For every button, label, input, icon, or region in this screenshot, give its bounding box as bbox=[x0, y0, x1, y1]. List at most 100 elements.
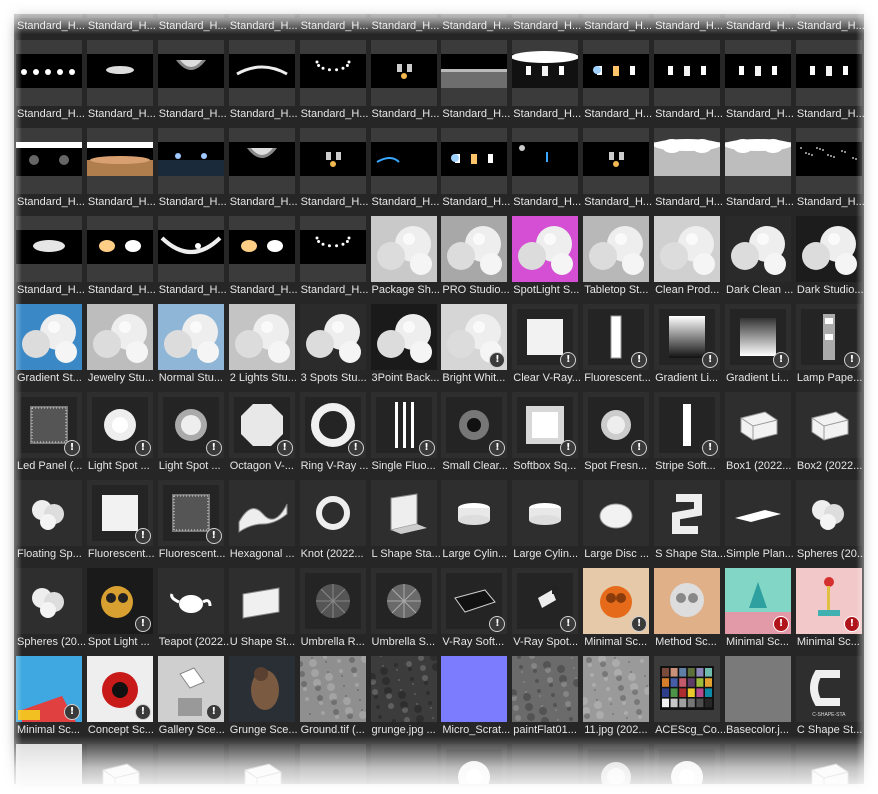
asset-thumbnail[interactable]: ! bbox=[441, 392, 508, 458]
asset-thumbnail[interactable] bbox=[86, 216, 153, 282]
asset-thumbnail[interactable] bbox=[654, 568, 721, 634]
asset-tile[interactable]: Gradient St... bbox=[16, 304, 82, 390]
asset-tile[interactable]: Standard_H... bbox=[157, 40, 227, 126]
asset-thumbnail[interactable]: ! bbox=[583, 568, 650, 634]
asset-tile[interactable]: Normal Stu... bbox=[157, 304, 224, 390]
asset-thumbnail[interactable] bbox=[228, 304, 295, 370]
asset-tile[interactable]: Large Cylin... bbox=[512, 480, 579, 566]
asset-thumbnail[interactable] bbox=[16, 304, 82, 370]
asset-tile[interactable]: 3Point Back... bbox=[370, 304, 439, 390]
asset-tile[interactable]: Standard_H... bbox=[512, 128, 581, 214]
asset-tile[interactable]: Standard_H... bbox=[228, 128, 298, 214]
asset-thumbnail[interactable] bbox=[299, 40, 366, 106]
asset-thumbnail[interactable] bbox=[228, 216, 295, 282]
asset-thumbnail[interactable] bbox=[725, 40, 791, 106]
asset-tile[interactable]: Ground.tif (... bbox=[299, 656, 366, 742]
asset-tile[interactable]: ! Small Clear... bbox=[441, 392, 508, 478]
asset-tile[interactable]: Large Disc ... bbox=[583, 480, 650, 566]
asset-tile[interactable] bbox=[583, 744, 650, 784]
asset-tile[interactable]: ! Gradient Li... bbox=[725, 304, 791, 390]
asset-tile[interactable]: Standard_H... bbox=[795, 128, 864, 214]
asset-tile[interactable]: Standard_H... bbox=[725, 40, 794, 126]
asset-thumbnail[interactable]: ! bbox=[512, 392, 579, 458]
asset-tile[interactable]: Simple Plan... bbox=[725, 480, 794, 566]
asset-tile[interactable]: Standard_H... bbox=[86, 40, 156, 126]
asset-thumbnail[interactable] bbox=[441, 40, 508, 106]
asset-thumbnail[interactable] bbox=[441, 744, 508, 784]
asset-tile[interactable]: Standard_H... bbox=[86, 216, 156, 302]
asset-tile[interactable]: ! Octagon V-... bbox=[228, 392, 295, 478]
asset-thumbnail[interactable] bbox=[441, 480, 508, 546]
asset-tile[interactable]: SpotLight S... bbox=[512, 216, 579, 302]
asset-thumbnail[interactable] bbox=[583, 744, 650, 784]
asset-thumbnail[interactable] bbox=[86, 744, 153, 784]
asset-thumbnail[interactable] bbox=[725, 744, 791, 784]
asset-tile[interactable]: Standard_H... bbox=[299, 216, 368, 302]
asset-thumbnail[interactable] bbox=[299, 656, 366, 722]
asset-tile[interactable]: Standard_H... bbox=[16, 216, 85, 302]
asset-thumbnail[interactable] bbox=[512, 40, 579, 106]
asset-thumbnail[interactable] bbox=[370, 480, 437, 546]
asset-tile[interactable]: Micro_Scrat... bbox=[441, 656, 510, 742]
asset-thumbnail[interactable]: ! bbox=[441, 568, 508, 634]
asset-thumbnail[interactable] bbox=[299, 304, 366, 370]
asset-tile[interactable]: Standard_H... bbox=[512, 14, 581, 38]
asset-tile[interactable]: Standard_H... bbox=[157, 128, 227, 214]
asset-tile[interactable]: S Shape Sta... bbox=[654, 480, 725, 566]
asset-thumbnail[interactable] bbox=[795, 480, 862, 546]
asset-tile[interactable]: ! Fluorescent... bbox=[86, 480, 155, 566]
asset-thumbnail[interactable] bbox=[16, 40, 82, 106]
asset-thumbnail[interactable] bbox=[725, 656, 791, 722]
asset-tile[interactable] bbox=[228, 744, 295, 784]
asset-thumbnail[interactable] bbox=[795, 216, 862, 282]
asset-tile[interactable]: Knot (2022... bbox=[299, 480, 366, 566]
asset-thumbnail[interactable] bbox=[16, 128, 82, 194]
asset-thumbnail[interactable] bbox=[512, 128, 579, 194]
asset-tile[interactable] bbox=[441, 744, 508, 784]
asset-thumbnail[interactable] bbox=[583, 656, 650, 722]
asset-thumbnail[interactable] bbox=[228, 40, 295, 106]
asset-thumbnail[interactable] bbox=[370, 128, 437, 194]
asset-tile[interactable]: PRO Studio... bbox=[441, 216, 510, 302]
asset-tile[interactable]: ! Spot Fresn... bbox=[583, 392, 650, 478]
asset-thumbnail[interactable]: ! bbox=[583, 304, 650, 370]
asset-thumbnail[interactable] bbox=[157, 128, 224, 194]
asset-thumbnail[interactable] bbox=[299, 128, 366, 194]
asset-thumbnail[interactable] bbox=[157, 40, 224, 106]
asset-tile[interactable]: Standard_H... bbox=[16, 128, 85, 214]
asset-thumbnail[interactable] bbox=[512, 480, 579, 546]
asset-thumbnail[interactable]: ! bbox=[725, 568, 791, 634]
asset-tile[interactable]: Large Cylin... bbox=[441, 480, 508, 566]
asset-tile[interactable]: Standard_H... bbox=[441, 128, 510, 214]
asset-tile[interactable]: Spheres (20... bbox=[16, 568, 86, 654]
asset-tile[interactable]: Package Sh... bbox=[370, 216, 440, 302]
asset-tile[interactable]: Standard_H... bbox=[16, 40, 85, 126]
asset-thumbnail[interactable] bbox=[299, 480, 366, 546]
asset-thumbnail[interactable] bbox=[795, 128, 862, 194]
asset-thumbnail[interactable] bbox=[512, 656, 579, 722]
asset-thumbnail[interactable]: ! bbox=[370, 392, 437, 458]
asset-tile[interactable] bbox=[654, 744, 721, 784]
asset-tile[interactable]: Box2 (2022... bbox=[795, 392, 862, 478]
asset-thumbnail[interactable] bbox=[299, 216, 366, 282]
asset-tile[interactable]: ! V-Ray Soft... bbox=[441, 568, 508, 654]
asset-thumbnail[interactable]: ! bbox=[86, 568, 153, 634]
asset-thumbnail[interactable] bbox=[583, 40, 650, 106]
asset-tile[interactable]: 2 Lights Stu... bbox=[228, 304, 297, 390]
asset-tile[interactable]: Standard_H... bbox=[654, 40, 723, 126]
asset-thumbnail[interactable] bbox=[370, 304, 437, 370]
asset-tile[interactable]: Standard_H... bbox=[583, 128, 652, 214]
asset-tile[interactable]: Standard_H... bbox=[16, 14, 85, 38]
asset-tile[interactable]: Standard_H... bbox=[370, 128, 439, 214]
asset-thumbnail[interactable] bbox=[654, 480, 721, 546]
asset-thumbnail[interactable] bbox=[16, 216, 82, 282]
asset-tile[interactable]: Standard_H... bbox=[654, 128, 723, 214]
asset-tile[interactable] bbox=[725, 744, 791, 784]
asset-tile[interactable]: Floating Sp... bbox=[16, 480, 82, 566]
asset-thumbnail[interactable] bbox=[725, 480, 791, 546]
asset-thumbnail[interactable]: ! bbox=[86, 392, 153, 458]
asset-tile[interactable]: C-SHAPE-STA C Shape St... bbox=[795, 656, 862, 742]
asset-tile[interactable]: Standard_H... bbox=[583, 40, 652, 126]
asset-tile[interactable]: Standard_H... bbox=[441, 40, 510, 126]
asset-thumbnail[interactable]: ! bbox=[228, 392, 295, 458]
